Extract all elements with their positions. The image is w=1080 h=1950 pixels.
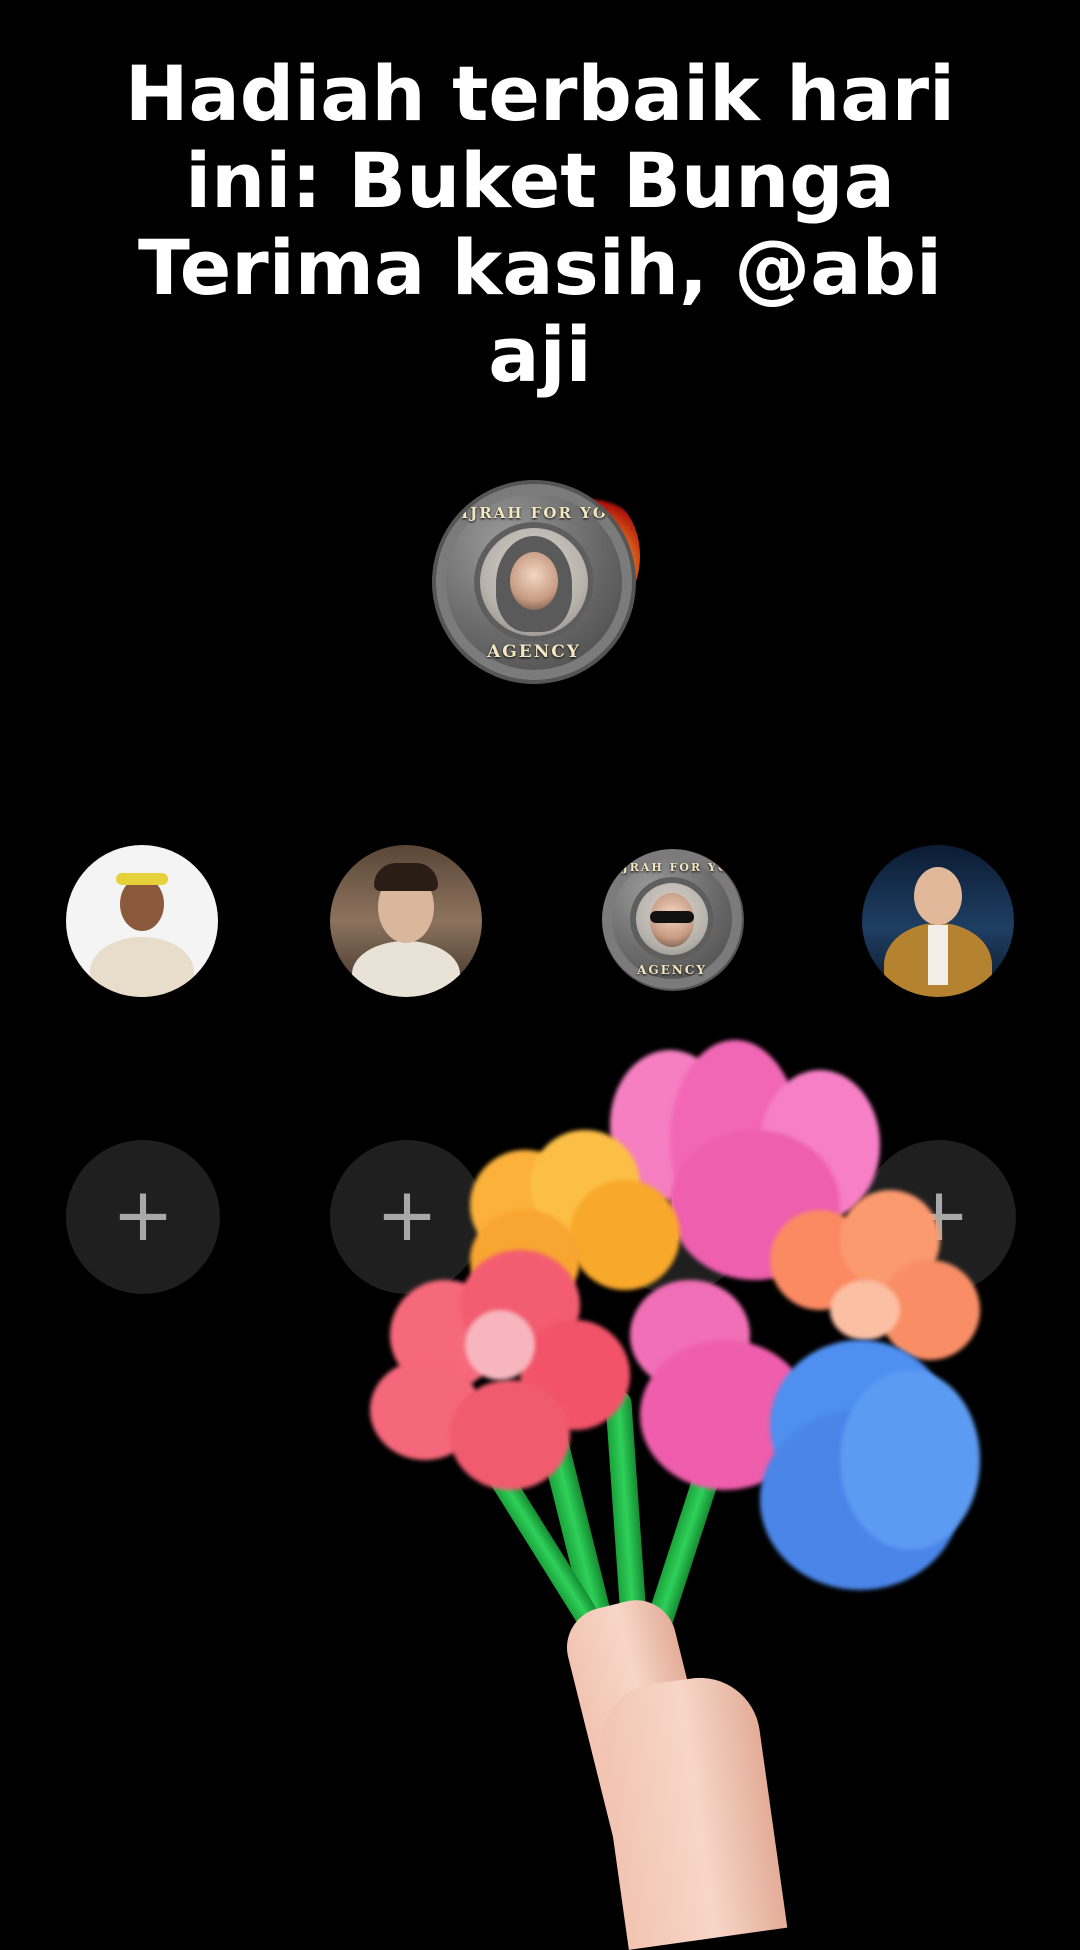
- announcement-line-3: Terima kasih, @abi: [137, 223, 943, 312]
- guest-avatar-2[interactable]: [330, 845, 482, 997]
- host-photo: [474, 522, 594, 642]
- flower-bouquet-icon: [370, 1040, 1020, 1950]
- announcement-line-2: ini: Buket Bunga: [185, 136, 895, 225]
- announcement-line-4: aji: [488, 310, 592, 399]
- announcement-line-1: Hadiah terbaik hari: [124, 49, 956, 138]
- host-face: [510, 552, 558, 610]
- shirt-shape: [928, 925, 948, 985]
- badge-bottom-text: AGENCY: [637, 963, 707, 977]
- guest-2-body: [352, 941, 460, 997]
- hair-shape: [374, 863, 438, 891]
- host-avatar[interactable]: HIJRAH FOR YOU AGENCY: [436, 484, 642, 690]
- gift-announcement: Hadiah terbaik hari ini: Buket Bunga Ter…: [0, 50, 1080, 398]
- agency-badge: HIJRAH FOR YOU AGENCY: [602, 849, 742, 989]
- headband-shape: [116, 873, 168, 885]
- badge-top-text: HIJRAH FOR YOU: [602, 861, 742, 874]
- flower-center-shape: [465, 1310, 535, 1380]
- guest-avatar-4[interactable]: [862, 845, 1014, 997]
- plus-icon: +: [111, 1172, 174, 1258]
- arm-shape: [592, 1670, 788, 1950]
- sunglasses-icon: [650, 911, 694, 923]
- guest-avatar-row: HIJRAH FOR YOU AGENCY: [0, 845, 1080, 1000]
- guest-avatar-1[interactable]: [66, 845, 218, 997]
- badge-top-text: HIJRAH FOR YOU: [444, 504, 624, 522]
- guest-3-photo: [630, 877, 714, 961]
- badge-bottom-text: AGENCY: [487, 642, 581, 662]
- petal-shape: [450, 1380, 570, 1490]
- add-seat-button[interactable]: +: [66, 1140, 220, 1294]
- petal-shape: [840, 1370, 980, 1550]
- flower-center-shape: [830, 1280, 900, 1340]
- guest-avatar-3[interactable]: HIJRAH FOR YOU AGENCY: [602, 849, 744, 991]
- agency-badge: HIJRAH FOR YOU AGENCY: [436, 484, 632, 680]
- guest-4-head: [914, 867, 962, 925]
- guest-1-body: [90, 937, 194, 997]
- guest-1-head: [120, 877, 164, 931]
- petal-shape: [570, 1180, 680, 1290]
